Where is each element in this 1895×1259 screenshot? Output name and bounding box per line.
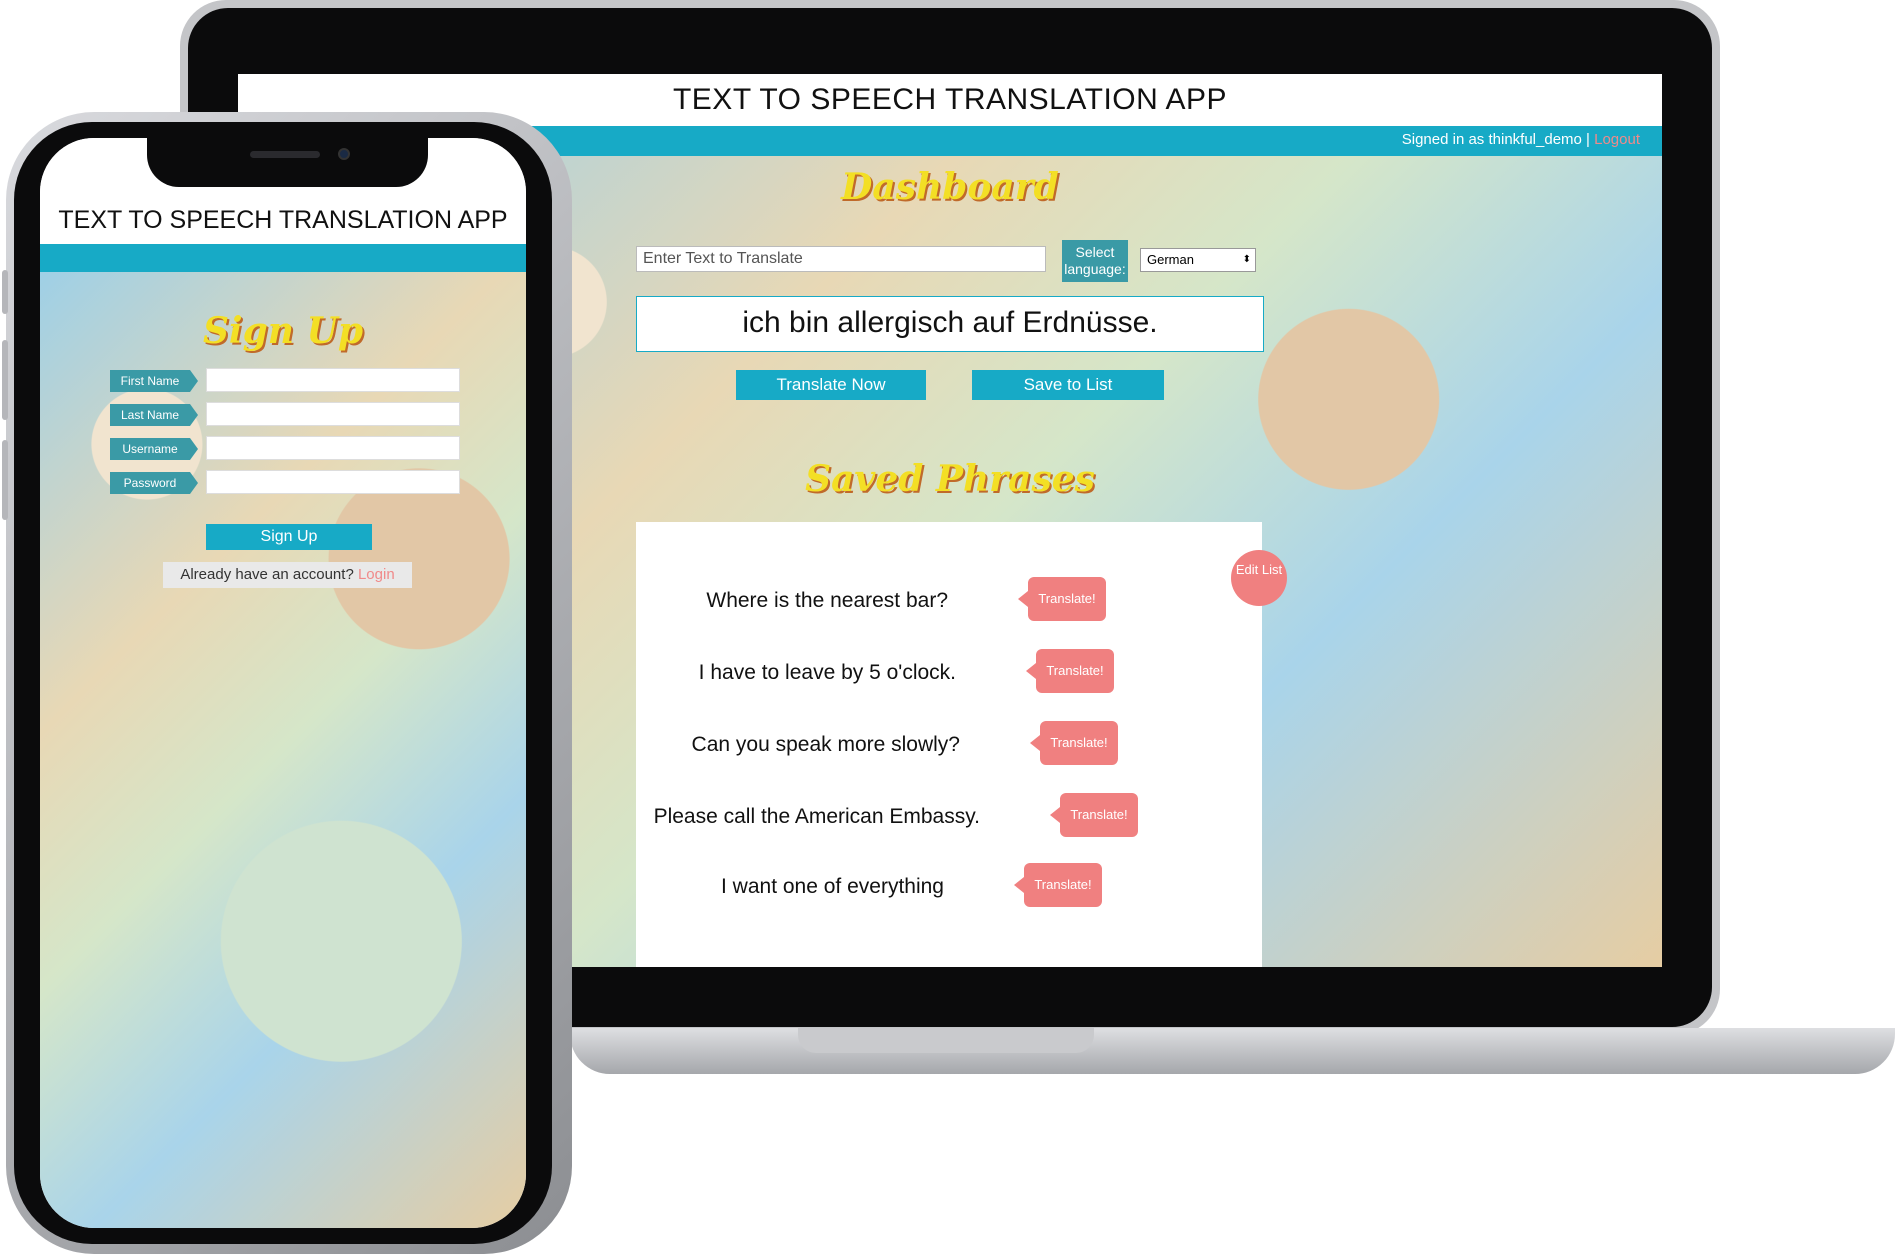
- translate-phrase-button[interactable]: Translate!: [1050, 793, 1138, 837]
- translate-phrase-button[interactable]: Translate!: [1018, 577, 1106, 621]
- phrase-text: I want one of everything: [721, 875, 944, 898]
- logout-link[interactable]: Logout: [1594, 131, 1640, 148]
- user-status: Signed in as thinkful_demo | Logout: [1402, 131, 1640, 148]
- silent-switch: [2, 270, 8, 314]
- phrase-text: Where is the nearest bar?: [706, 589, 948, 612]
- last-name-input[interactable]: [206, 402, 460, 426]
- save-to-list-button[interactable]: Save to List: [972, 370, 1164, 400]
- last-name-row: Last Name: [110, 402, 470, 428]
- language-select[interactable]: German ⬍: [1140, 248, 1256, 272]
- login-link[interactable]: Login: [358, 566, 395, 583]
- signup-area: Sign Up First Name Last Name Username Pa…: [40, 272, 526, 1228]
- signed-in-text: Signed in as thinkful_demo |: [1401, 131, 1590, 148]
- first-name-row: First Name: [110, 368, 470, 394]
- translate-phrase-button[interactable]: Translate!: [1014, 863, 1102, 907]
- phrase-row: Where is the nearest bar? Translate!: [636, 577, 1262, 627]
- translate-text-input[interactable]: Enter Text to Translate: [636, 246, 1046, 272]
- translation-output: ich bin allergisch auf Erdnüsse.: [636, 296, 1264, 352]
- saved-phrases-panel: Where is the nearest bar? Translate! I h…: [636, 522, 1262, 967]
- first-name-label: First Name: [110, 370, 198, 392]
- password-label: Password: [110, 472, 198, 494]
- phrase-row: Please call the American Embassy. Transl…: [636, 793, 1262, 843]
- volume-down-button: [2, 440, 8, 520]
- login-prompt-box: Already have an account? Login: [163, 562, 412, 588]
- signup-title: Sign Up: [202, 310, 364, 352]
- username-row: Username: [110, 436, 470, 462]
- phone-notch: [147, 135, 428, 187]
- language-selected: German: [1147, 252, 1194, 267]
- volume-up-button: [2, 340, 8, 420]
- phone-header-bar: [40, 244, 526, 272]
- phone-screen: TEXT TO SPEECH TRANSLATION APP Sign Up F…: [40, 138, 526, 1228]
- first-name-input[interactable]: [206, 368, 460, 392]
- phrase-text: Please call the American Embassy.: [653, 805, 980, 828]
- select-arrows-icon: ⬍: [1242, 254, 1251, 265]
- laptop-notch: [798, 1028, 1094, 1053]
- edit-list-button[interactable]: Edit List: [1231, 550, 1287, 606]
- signup-button[interactable]: Sign Up: [206, 524, 372, 550]
- password-row: Password: [110, 470, 470, 496]
- login-prompt-text: Already have an account?: [180, 566, 354, 583]
- phrase-row: I have to leave by 5 o'clock. Translate!: [636, 649, 1262, 699]
- laptop-base: [570, 1028, 1895, 1074]
- phrase-row: Can you speak more slowly? Translate!: [636, 721, 1262, 771]
- phrase-row: I want one of everything Translate!: [636, 863, 1262, 913]
- translate-phrase-button[interactable]: Translate!: [1026, 649, 1114, 693]
- translate-now-button[interactable]: Translate Now: [736, 370, 926, 400]
- speaker-grille: [250, 151, 320, 158]
- username-label: Username: [110, 438, 198, 460]
- phrase-text: I have to leave by 5 o'clock.: [698, 661, 956, 684]
- translate-phrase-button[interactable]: Translate!: [1030, 721, 1118, 765]
- last-name-label: Last Name: [110, 404, 198, 426]
- password-input[interactable]: [206, 470, 460, 494]
- language-label: Select language:: [1062, 240, 1128, 282]
- front-camera-icon: [338, 148, 350, 160]
- phrase-text: Can you speak more slowly?: [691, 733, 960, 756]
- username-input[interactable]: [206, 436, 460, 460]
